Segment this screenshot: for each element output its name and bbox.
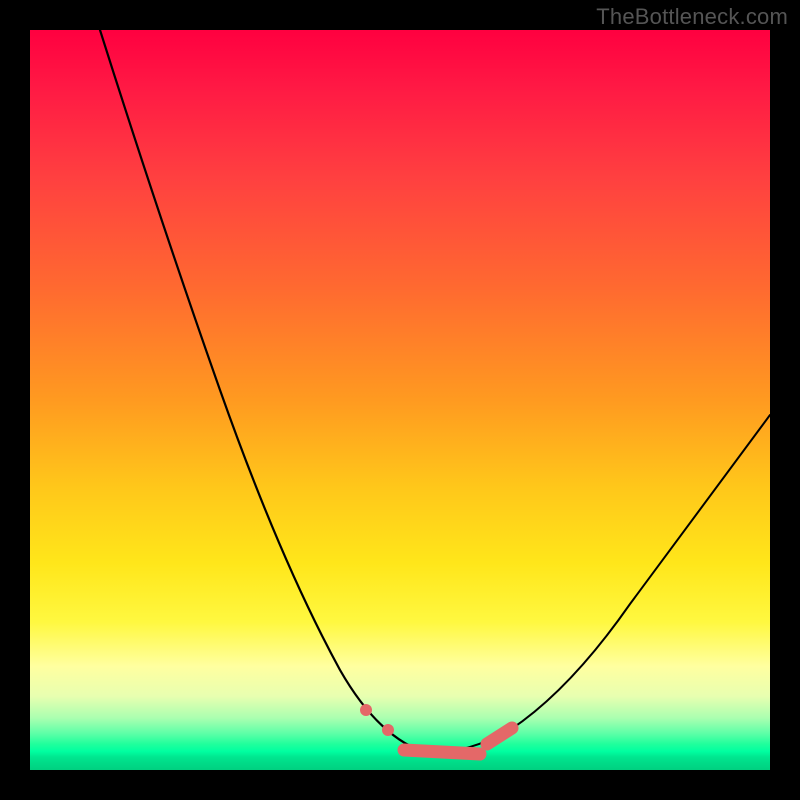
heat-gradient: [30, 30, 770, 770]
chart-stage: TheBottleneck.com: [0, 0, 800, 800]
watermark-text: TheBottleneck.com: [596, 4, 788, 30]
plot-area: [30, 30, 770, 770]
